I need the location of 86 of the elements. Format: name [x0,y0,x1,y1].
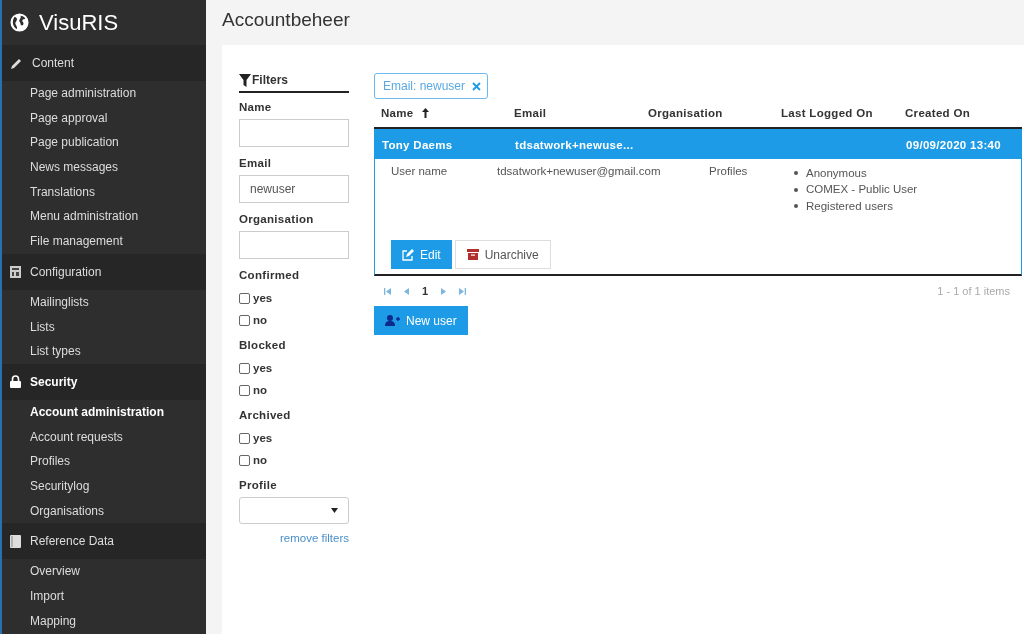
sidebar-item[interactable]: Page publication [2,130,206,156]
sidebar-item[interactable]: Account requests [2,424,206,450]
bullet-icon [794,187,798,192]
filters-title: Filters [252,73,288,87]
page-number[interactable]: 1 [422,285,429,297]
checkbox[interactable] [239,292,250,304]
sidebar-section-header[interactable]: Reference Data [2,523,206,560]
pager-info: 1 - 1 of 1 items [937,285,1011,297]
detail-label: User name [391,165,449,177]
page-title: Accountbeheer [222,9,351,32]
calculator-icon [10,265,21,278]
sidebar-item[interactable]: Mapping [2,608,206,634]
sidebar-item[interactable]: Securitylog [2,473,206,499]
table-cell: tdsatwork+newuse... [515,138,634,151]
checkbox[interactable] [239,314,250,326]
book-icon [10,534,21,548]
profile-item: COMEX - Public User [806,182,918,198]
sidebar-item[interactable]: Page approval [2,105,206,131]
sidebar-item[interactable]: List types [2,339,206,364]
checkbox-label: no [253,384,268,396]
add-user-icon [385,315,400,326]
archive-box-icon [466,249,479,260]
sidebar-section-header[interactable]: Security [2,363,206,400]
filter-label: Blocked [239,339,287,351]
sidebar-item[interactable]: Translations [2,179,206,205]
filter-icon [239,73,251,87]
caret-icon [331,508,338,513]
table-cell: 09/09/2020 13:40 [906,138,1001,151]
last-page-icon[interactable] [459,287,467,295]
sidebar-section-header[interactable]: Content [2,45,206,81]
sidebar-item[interactable]: Account administration [2,399,206,425]
checkbox[interactable] [239,432,250,444]
filter-field[interactable] [239,119,349,147]
unarchive-button[interactable]: Unarchive [454,240,551,269]
column-header[interactable]: Created On [905,107,970,119]
first-page-icon[interactable] [384,287,391,295]
checkbox-label: no [253,314,268,326]
bullet-icon [794,171,798,176]
next-page-icon[interactable] [441,287,447,295]
globe-icon [10,13,29,32]
filter-chip-label: Email: newuser [383,79,466,93]
profile-item: Anonymous [806,165,867,181]
filter-field[interactable]: newuser [239,175,349,203]
sidebar-item[interactable]: Import [2,584,206,609]
filter-label: Organisation [239,213,315,225]
pencil-icon [10,56,23,70]
edit-icon [402,248,414,261]
checkbox[interactable] [239,454,250,466]
bullet-icon [794,204,798,209]
sidebar-item[interactable]: News messages [2,155,206,180]
app-title: VisuRIS [39,9,119,36]
remove-filters-link[interactable]: remove filters [279,532,349,544]
checkbox[interactable] [239,384,250,396]
checkbox-label: yes [253,292,273,304]
lock-icon [10,375,21,389]
checkbox[interactable] [239,362,250,374]
filter-label: Profile [239,479,278,491]
column-header[interactable]: Organisation [648,107,723,119]
sort-arrow-icon[interactable] [421,108,429,118]
filter-label: Email [239,157,273,169]
table-cell: Tony Daems [382,138,453,151]
sidebar-item[interactable]: File management [2,229,206,254]
detail-label: Profiles [709,165,749,177]
sidebar-section-header[interactable]: Configuration [2,253,206,290]
sidebar-item[interactable]: Overview [2,559,206,584]
filter-label: Confirmed [239,269,301,281]
checkbox-label: yes [253,362,273,374]
sidebar-item[interactable]: Page administration [2,81,206,106]
detail-value: tdsatwork+newuser@gmail.com [497,165,662,177]
sidebar-item[interactable]: Profiles [2,449,206,474]
close-icon[interactable] [472,81,482,91]
sidebar-item[interactable]: Menu administration [2,204,206,230]
profile-item: Registered users [806,198,893,214]
checkbox-label: no [253,454,268,466]
sidebar-item[interactable]: Organisations [2,498,206,524]
filter-label: Archived [239,409,292,421]
sidebar-item[interactable]: Lists [2,314,206,340]
column-header[interactable]: Name [381,107,414,119]
previous-page-icon[interactable] [404,287,409,295]
column-header[interactable]: Email [514,107,547,119]
checkbox-label: yes [253,432,273,444]
profile-dropdown[interactable] [239,497,349,524]
sidebar-item[interactable]: Mailinglists [2,289,206,315]
filter-label: Name [239,101,273,113]
column-header[interactable]: Last Logged On [781,107,873,119]
filter-field[interactable] [239,231,349,259]
